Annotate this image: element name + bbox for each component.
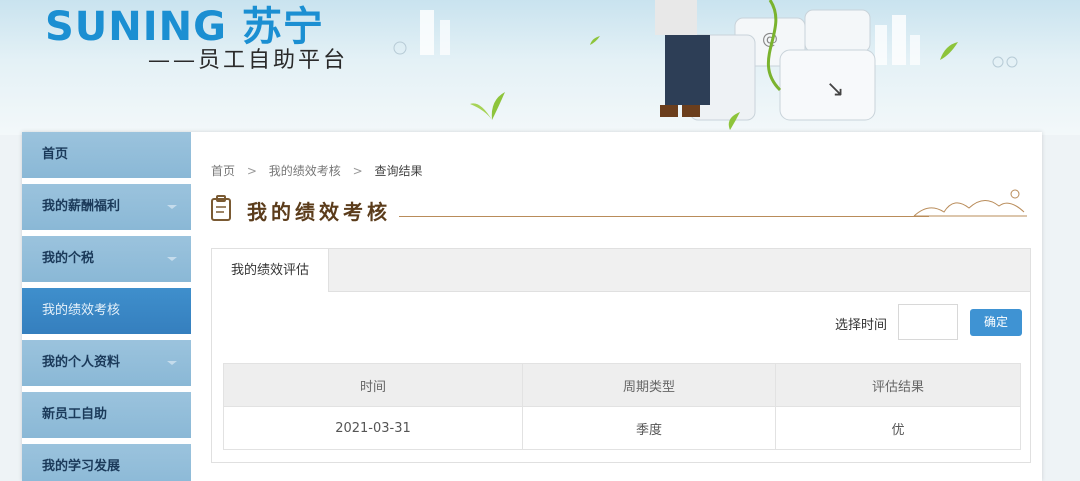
cell-result: 优	[775, 406, 1021, 450]
chevron-down-icon	[167, 257, 177, 261]
breadcrumb: 首页 > 我的绩效考核 > 查询结果	[211, 162, 422, 179]
sidebar-item-tax[interactable]: 我的个税	[22, 236, 191, 282]
breadcrumb-link-home[interactable]: 首页	[211, 164, 235, 178]
column-header-period-type: 周期类型	[522, 363, 776, 407]
cell-period-type: 季度	[522, 406, 776, 450]
breadcrumb-link-performance[interactable]: 我的绩效考核	[269, 164, 341, 178]
column-header-result: 评估结果	[775, 363, 1021, 407]
sidebar-item-label: 首页	[42, 147, 69, 162]
confirm-button[interactable]: 确定	[970, 309, 1022, 336]
tab-strip: 我的绩效评估	[212, 249, 1030, 292]
performance-panel: 我的绩效评估 选择时间 确定 时间 周期类型 评估结果 2021-03-31 季…	[211, 248, 1031, 463]
time-filter-label: 选择时间	[835, 318, 888, 333]
time-select-input[interactable]	[898, 304, 958, 340]
sidebar-item-label: 我的学习发展	[42, 459, 121, 474]
page-title-bar: 我的绩效考核	[209, 189, 1029, 226]
sidebar-item-personal-info[interactable]: 我的个人资料	[22, 340, 191, 386]
tab-performance-evaluation[interactable]: 我的绩效评估	[212, 249, 329, 292]
app-root: @ ↘ SUNING 苏宁 ——员工自助平台 首页 我的薪酬福利 我的个税 我的…	[0, 0, 1080, 481]
breadcrumb-current: 查询结果	[374, 164, 423, 178]
header-banner: @ ↘ SUNING 苏宁 ——员工自助平台	[0, 0, 1080, 135]
platform-subtitle: ——员工自助平台	[148, 48, 349, 73]
chevron-down-icon	[167, 205, 177, 209]
sidebar-item-label: 我的个人资料	[42, 355, 121, 370]
chevron-down-icon	[167, 361, 177, 365]
sidebar-item-salary-benefits[interactable]: 我的薪酬福利	[22, 184, 191, 230]
table-header-row: 时间 周期类型 评估结果	[223, 363, 1021, 407]
breadcrumb-separator: >	[352, 164, 363, 178]
cell-time: 2021-03-31	[223, 406, 523, 450]
sidebar-item-label: 我的个税	[42, 251, 95, 266]
sidebar-item-label: 我的绩效考核	[42, 303, 121, 318]
sidebar-item-learning[interactable]: 我的学习发展	[22, 444, 191, 481]
sidebar-item-label: 新员工自助	[42, 407, 108, 422]
sidebar-item-label: 我的薪酬福利	[42, 199, 121, 214]
results-table: 时间 周期类型 评估结果 2021-03-31 季度 优	[223, 363, 1021, 450]
sidebar-item-performance[interactable]: 我的绩效考核	[22, 288, 191, 334]
breadcrumb-separator: >	[246, 164, 257, 178]
sidebar-item-new-employee[interactable]: 新员工自助	[22, 392, 191, 438]
table-row: 2021-03-31 季度 优	[223, 406, 1021, 450]
svg-text:↘: ↘	[826, 77, 844, 102]
sidebar-nav: 首页 我的薪酬福利 我的个税 我的绩效考核 我的个人资料 新员工自助 我的学习发…	[22, 132, 191, 481]
sidebar-item-home[interactable]: 首页	[22, 132, 191, 178]
page-title: 我的绩效考核	[247, 200, 391, 224]
column-header-time: 时间	[223, 363, 523, 407]
main-content: 首页 > 我的绩效考核 > 查询结果 我的绩效考核 我的绩效评估 选择时间 确定…	[191, 132, 1042, 481]
clipboard-icon	[211, 195, 231, 221]
scenery-doodle-icon	[913, 189, 1027, 217]
title-underline	[399, 216, 929, 217]
